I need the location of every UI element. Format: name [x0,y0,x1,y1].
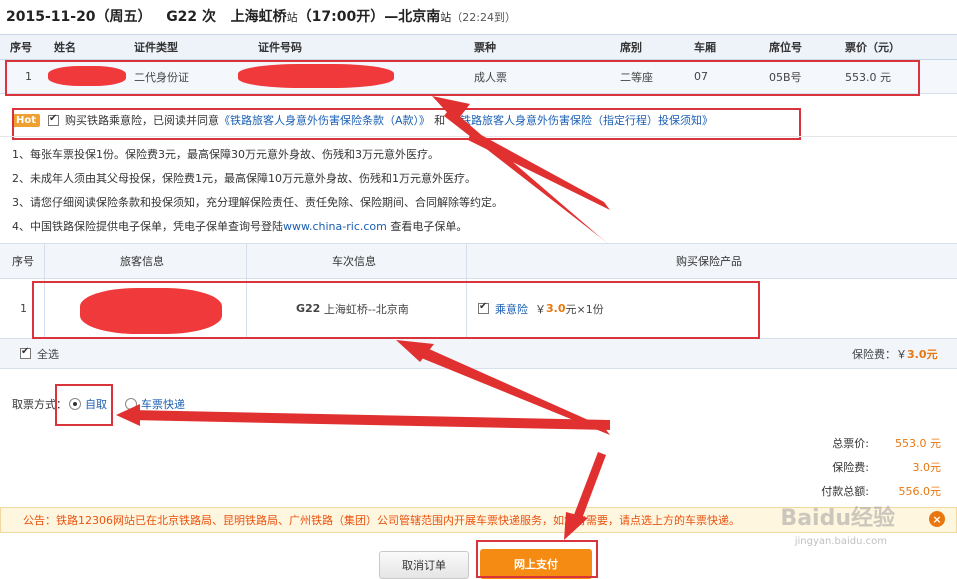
arrow-to-pay [572,452,606,524]
arrowhead-pay [564,512,588,540]
arrow-to-insurance [468,130,610,210]
arrowhead-pickup [116,404,140,426]
arrow-to-passenger-row [444,108,610,245]
annotation-arrows [116,96,610,540]
arrow-to-pickup [130,410,610,430]
